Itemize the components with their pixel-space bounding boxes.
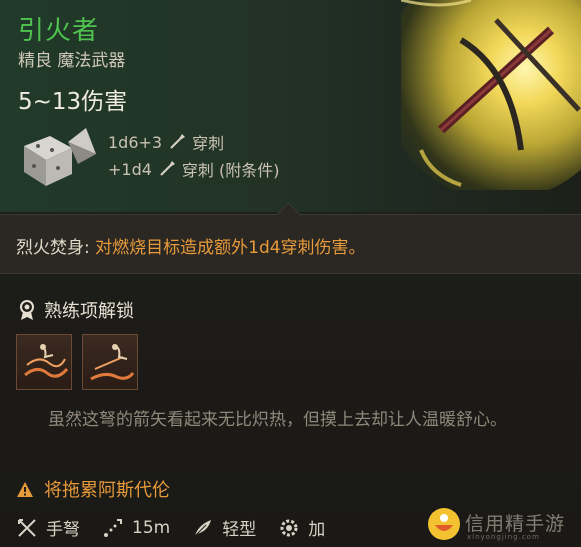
stat-label: 手弩 [46, 520, 80, 540]
damage-type: 穿刺 (附条件) [181, 161, 280, 180]
stat-property: 加 [278, 515, 325, 540]
stat-label: 加 [308, 520, 326, 540]
stat-label: 15m [132, 517, 171, 538]
gear-icon [280, 519, 298, 536]
damage-line-primary: 1d6+3 穿刺 [108, 130, 224, 154]
tooltip-header: 引火者 精良 魔法武器 5~13伤害 1d6+3 穿刺 +1d4 穿刺 (附条件… [0, 0, 581, 212]
watermark-text: 信用精手游 [465, 513, 566, 535]
item-tooltip: 引火者 精良 魔法武器 5~13伤害 1d6+3 穿刺 +1d4 穿刺 (附条件… [0, 0, 581, 547]
proficiency-heading: 熟练项解锁 [18, 297, 134, 323]
ability-bar: 烈火焚身: 对燃烧目标造成额外1d4穿刺伤害。 [0, 202, 581, 274]
watermark-subtext: xinyongjing.com [467, 533, 540, 541]
item-title: 引火者 [18, 16, 100, 46]
flavor-text: 虽然这弩的箭矢看起来无比炽热，但摸上去却让人温暖舒心。 [48, 410, 507, 430]
warning-icon [17, 481, 33, 497]
ability-text: 烈火焚身: 对燃烧目标造成额外1d4穿刺伤害。 [16, 233, 366, 258]
proficiency-action-2[interactable] [82, 334, 138, 390]
watermark-logo-icon [428, 508, 460, 540]
range-icon [104, 518, 122, 537]
stat-label: 轻型 [222, 520, 257, 540]
stat-weapon-type: 手弩 [16, 515, 80, 540]
proficiency-label: 熟练项解锁 [44, 301, 134, 322]
item-artwork [401, 0, 581, 190]
item-stats-row: 手弩 15m 轻型 加 [16, 515, 347, 540]
ability-name: 烈火焚身: [16, 238, 90, 258]
crossbow-icon [18, 518, 36, 537]
warning-row: 将拖累阿斯代伦 [16, 476, 170, 502]
pierce-icon [160, 161, 175, 176]
warning-text: 将拖累阿斯代伦 [44, 480, 170, 501]
ability-description: 对燃烧目标造成额外1d4穿刺伤害。 [89, 238, 366, 258]
damage-type: 穿刺 [192, 134, 225, 153]
action-shot-icon [90, 344, 135, 381]
damage-range: 5~13伤害 [18, 89, 128, 115]
proficiency-action-1[interactable] [16, 334, 72, 390]
action-slash-icon [24, 344, 69, 378]
feather-icon [194, 519, 212, 536]
stat-weight: 轻型 [192, 515, 256, 540]
damage-dice: 1d6+3 [108, 132, 163, 152]
stat-range: 15m [102, 517, 170, 539]
site-watermark: 信用精手游 xinyongjing.com [427, 503, 577, 543]
pierce-icon [170, 134, 186, 149]
item-rarity-type: 精良 魔法武器 [18, 51, 126, 71]
proficiency-actions [16, 334, 138, 390]
damage-line-conditional: +1d4 穿刺 (附条件) [108, 157, 280, 181]
damage-dice: +1d4 [108, 159, 152, 179]
dice-icon [24, 128, 96, 186]
medal-icon [20, 300, 34, 320]
